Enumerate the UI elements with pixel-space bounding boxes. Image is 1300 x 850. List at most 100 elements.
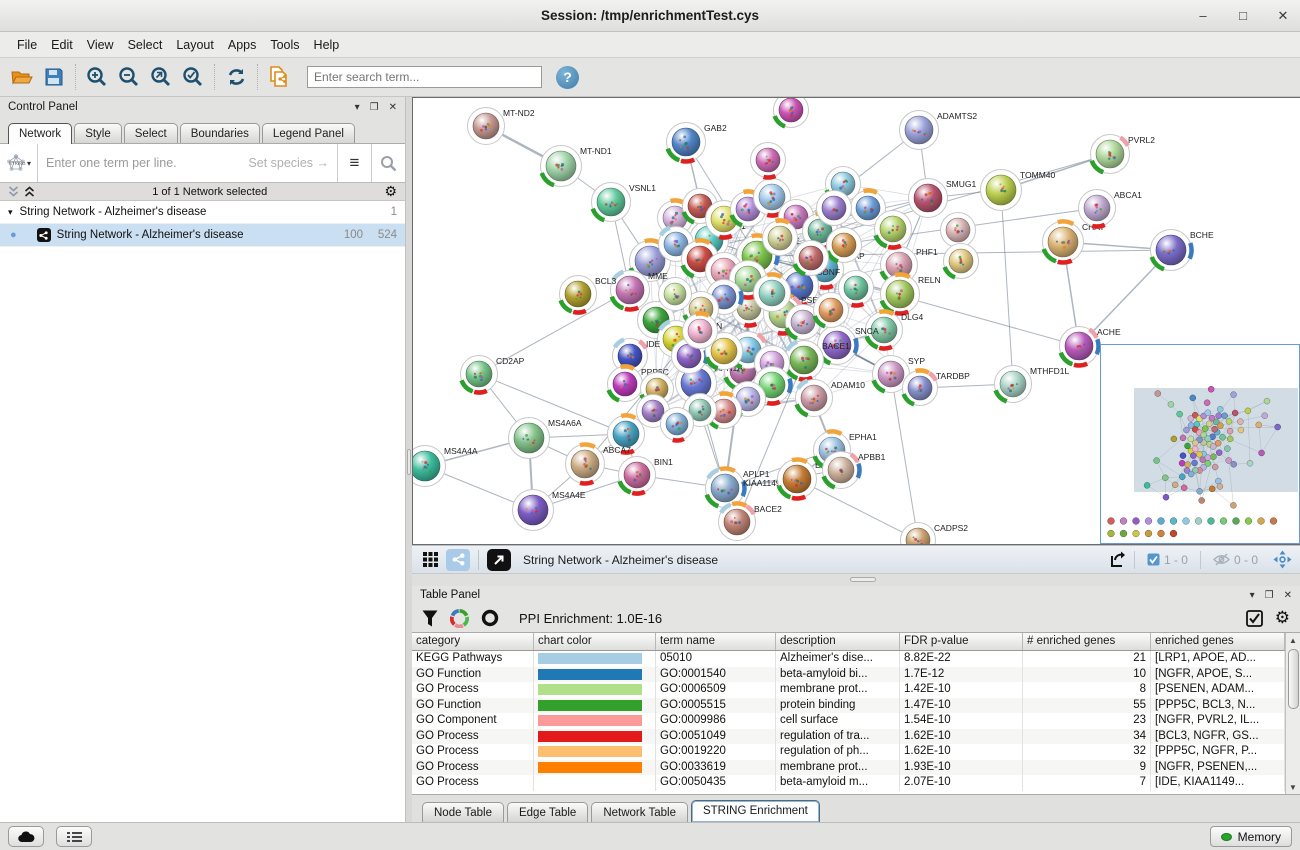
- scroll-up-icon[interactable]: ▲: [1289, 633, 1297, 647]
- export-network-button[interactable]: [1106, 549, 1130, 571]
- network-node-bche[interactable]: BCHE: [1151, 230, 1214, 271]
- table-splitter[interactable]: [412, 573, 1300, 586]
- menu-tools[interactable]: Tools: [263, 35, 306, 55]
- tab-network-table[interactable]: Network Table: [591, 802, 688, 822]
- network-node-bin1[interactable]: BIN1: [619, 457, 674, 494]
- network-node[interactable]: [941, 213, 976, 248]
- memory-button[interactable]: Memory: [1210, 826, 1292, 847]
- zoom-in-button[interactable]: [81, 62, 113, 92]
- network-view[interactable]: MT-ND2MT-ND1VSNL1GAB2IRS1ADAMTS2PVRL2TOM…: [412, 97, 1300, 545]
- network-node-bace2[interactable]: BACE2: [719, 503, 783, 540]
- network-node[interactable]: [944, 244, 979, 279]
- network-node-vsnl1[interactable]: VSNL1: [592, 183, 657, 222]
- search-input[interactable]: [307, 66, 542, 88]
- tab-select[interactable]: Select: [124, 123, 178, 143]
- network-node[interactable]: [659, 278, 692, 311]
- open-session-button[interactable]: [6, 62, 38, 92]
- tab-boundaries[interactable]: Boundaries: [180, 123, 260, 143]
- network-row-selected[interactable]: ● String Network - Alzheimer's disease 1…: [0, 224, 405, 247]
- scrollbar-thumb[interactable]: [1288, 649, 1299, 709]
- network-node[interactable]: [875, 211, 912, 248]
- panel-float-icon[interactable]: ❐: [370, 102, 379, 113]
- string-term-input[interactable]: Enter one term per line. Set species →: [38, 156, 337, 170]
- menu-select[interactable]: Select: [121, 35, 170, 55]
- filter-icon[interactable]: [422, 610, 438, 627]
- menu-apps[interactable]: Apps: [221, 35, 264, 55]
- network-node[interactable]: [827, 228, 862, 263]
- network-node-aplp1[interactable]: APLP1KIAA1149: [706, 469, 781, 508]
- network-node-gab2[interactable]: GAB2: [667, 123, 727, 162]
- table-row[interactable]: GO ProcessGO:0033619membrane prot...1.93…: [412, 760, 1300, 776]
- table-scrollbar[interactable]: ▲ ▼: [1285, 633, 1300, 794]
- network-node[interactable]: [754, 274, 791, 311]
- network-node-abca1[interactable]: ABCA1: [1079, 190, 1143, 227]
- help-button[interactable]: ?: [556, 66, 579, 89]
- tab-legend-panel[interactable]: Legend Panel: [262, 123, 355, 143]
- table-row[interactable]: GO FunctionGO:0005515protein binding1.47…: [412, 698, 1300, 714]
- table-splitter-handle[interactable]: [850, 577, 876, 582]
- network-node-cadps2[interactable]: CADPS2: [901, 523, 969, 546]
- table-row[interactable]: GO ProcessGO:0006509membrane prot...1.42…: [412, 682, 1300, 698]
- table-row[interactable]: GO ComponentGO:0009986cell surface1.54E-…: [412, 713, 1300, 729]
- network-node-cd2ap[interactable]: CD2AP: [461, 356, 525, 393]
- tab-style[interactable]: Style: [74, 123, 122, 143]
- network-node-smug1[interactable]: SMUG1: [909, 179, 977, 218]
- close-button[interactable]: ✕: [1276, 8, 1290, 24]
- menu-view[interactable]: View: [80, 35, 121, 55]
- tab-node-table[interactable]: Node Table: [422, 802, 504, 822]
- table-panel-float-icon[interactable]: ❐: [1265, 590, 1274, 601]
- network-node-adamts2[interactable]: ADAMTS2: [900, 111, 978, 150]
- network-node-mt-nd1[interactable]: MT-ND1: [541, 146, 612, 187]
- network-node-reln[interactable]: RELN: [881, 275, 941, 314]
- table-row[interactable]: KEGG Pathways05010Alzheimer's dise...8.8…: [412, 651, 1300, 667]
- splitter-handle[interactable]: [407, 449, 411, 475]
- table-row[interactable]: GO ProcessGO:0051049regulation of tra...…: [412, 729, 1300, 745]
- save-session-button[interactable]: [38, 62, 70, 92]
- task-history-button[interactable]: [56, 826, 92, 847]
- menu-edit[interactable]: Edit: [44, 35, 80, 55]
- network-node-mthfd1l[interactable]: MTHFD1L: [995, 366, 1070, 403]
- column-header[interactable]: chart color: [534, 633, 656, 650]
- panel-close-icon[interactable]: ✕: [389, 102, 397, 113]
- network-from-clipboard-button[interactable]: [263, 62, 295, 92]
- table-settings-gear-icon[interactable]: ⚙: [1275, 608, 1290, 628]
- gear-icon[interactable]: ⚙: [384, 183, 397, 200]
- network-node[interactable]: [751, 143, 786, 178]
- network-node-adam10[interactable]: ADAM10: [796, 380, 866, 417]
- network-collection-row[interactable]: ▾ String Network - Alzheimer's disease 1: [0, 201, 405, 224]
- ring-chart-icon[interactable]: [481, 609, 499, 627]
- menu-layout[interactable]: Layout: [169, 35, 221, 55]
- string-options-button[interactable]: ≡: [337, 144, 371, 182]
- tree-expand-icon[interactable]: ▾: [8, 207, 13, 218]
- network-node-tardbp[interactable]: TARDBP: [903, 370, 971, 405]
- network-node-bcl3[interactable]: BCL3: [560, 276, 617, 313]
- collapse-all-icon[interactable]: [8, 186, 19, 198]
- zoom-fit-button[interactable]: [145, 62, 177, 92]
- cloud-tasks-button[interactable]: [8, 826, 44, 847]
- table-panel-menu-icon[interactable]: ▾: [1250, 590, 1255, 601]
- enrichment-chart-icon[interactable]: [450, 609, 469, 628]
- table-panel-close-icon[interactable]: ✕: [1284, 590, 1292, 601]
- tab-network[interactable]: Network: [8, 123, 72, 144]
- menu-file[interactable]: File: [10, 35, 44, 55]
- zoom-out-button[interactable]: [113, 62, 145, 92]
- maximize-button[interactable]: □: [1236, 8, 1250, 24]
- navigator-viewport[interactable]: [1134, 388, 1298, 492]
- network-node-ms4a4a[interactable]: MS4A4A: [413, 446, 478, 487]
- string-search-button[interactable]: [371, 144, 405, 182]
- birds-eye-toggle-button[interactable]: [487, 549, 511, 571]
- network-node-pvrl2[interactable]: PVRL2: [1091, 135, 1156, 174]
- grid-view-button[interactable]: [418, 549, 442, 571]
- network-node-mt-nd2[interactable]: MT-ND2: [468, 108, 535, 145]
- table-row[interactable]: GO ProcessGO:0019220regulation of ph...1…: [412, 744, 1300, 760]
- string-source-dropdown[interactable]: STRING ▾: [0, 144, 38, 182]
- network-node[interactable]: [774, 98, 809, 128]
- column-header[interactable]: term name: [656, 633, 776, 650]
- network-node[interactable]: [661, 408, 694, 441]
- select-columns-icon[interactable]: [1246, 610, 1263, 627]
- network-node[interactable]: [839, 271, 874, 306]
- scroll-down-icon[interactable]: ▼: [1289, 780, 1297, 794]
- network-node[interactable]: [817, 191, 852, 226]
- column-header[interactable]: description: [776, 633, 900, 650]
- network-node-apbb1[interactable]: APBB1: [823, 452, 886, 489]
